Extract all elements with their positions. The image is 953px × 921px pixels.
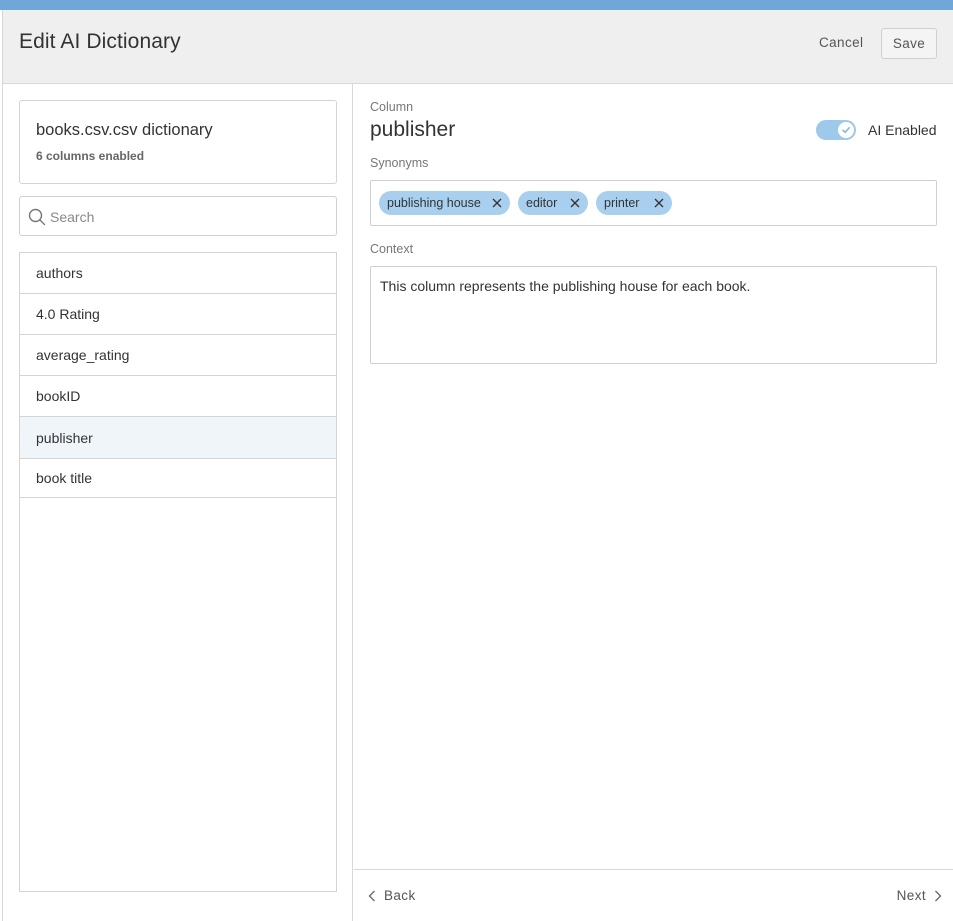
column-item-authors[interactable]: authors <box>20 253 336 294</box>
dictionary-title: books.csv.csv dictionary <box>36 121 213 139</box>
context-label: Context <box>370 242 414 256</box>
dictionary-subtitle: 6 columns enabled <box>36 149 145 163</box>
synonym-chip: publishing house <box>379 191 510 215</box>
next-button[interactable]: Next <box>897 888 942 903</box>
synonyms-input[interactable]: publishing house editor printer <box>370 180 937 226</box>
column-name: publisher <box>370 118 456 141</box>
edit-dictionary-dialog: Edit AI Dictionary Cancel Save books.csv… <box>2 10 953 921</box>
ai-enabled-toggle[interactable] <box>816 120 856 140</box>
column-item-publisher[interactable]: publisher <box>20 417 336 459</box>
toggle-knob <box>838 122 854 138</box>
back-label: Back <box>384 888 416 903</box>
cancel-button[interactable]: Cancel <box>809 28 873 58</box>
column-item-bookid[interactable]: bookID <box>20 376 336 417</box>
synonym-chip: editor <box>518 191 588 215</box>
column-label: Column <box>370 100 414 114</box>
synonym-chip-label: editor <box>526 196 558 210</box>
close-icon[interactable] <box>491 197 503 209</box>
next-label: Next <box>896 888 926 903</box>
context-text: This column represents the publishing ho… <box>380 278 751 294</box>
column-item-book-title[interactable]: book title <box>20 459 336 498</box>
column-detail-panel: Column publisher AI Enabled Synonyms pub… <box>354 84 953 921</box>
search-box[interactable] <box>19 196 337 236</box>
synonym-chip-label: printer <box>604 196 640 210</box>
close-icon[interactable] <box>653 197 665 209</box>
search-input[interactable] <box>50 205 330 229</box>
chevron-left-icon <box>368 890 375 901</box>
left-panel: books.csv.csv dictionary 6 columns enabl… <box>3 84 353 921</box>
column-list: authors 4.0 Rating average_rating bookID… <box>19 252 337 892</box>
save-button[interactable]: Save <box>881 28 937 59</box>
ai-enabled-label: AI Enabled <box>868 122 937 138</box>
column-item-4-0-rating[interactable]: 4.0 Rating <box>20 294 336 335</box>
synonym-chip: printer <box>596 191 672 215</box>
check-icon <box>842 127 850 134</box>
column-item-average-rating[interactable]: average_rating <box>20 335 336 376</box>
dialog-title: Edit AI Dictionary <box>19 30 181 53</box>
context-textarea[interactable]: This column represents the publishing ho… <box>370 266 937 364</box>
close-icon[interactable] <box>569 197 581 209</box>
dialog-header: Edit AI Dictionary Cancel Save <box>3 10 953 84</box>
dialog-footer: Back Next <box>354 869 953 921</box>
dictionary-summary-card: books.csv.csv dictionary 6 columns enabl… <box>19 100 337 184</box>
top-accent-strip <box>0 0 953 10</box>
chevron-right-icon <box>935 890 942 901</box>
search-icon <box>28 208 46 226</box>
back-button[interactable]: Back <box>368 888 416 903</box>
synonym-chip-label: publishing house <box>387 196 481 210</box>
synonyms-label: Synonyms <box>370 156 429 170</box>
